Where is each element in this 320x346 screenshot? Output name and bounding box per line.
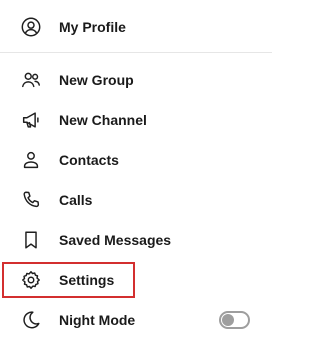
bookmark-icon [19, 228, 43, 252]
phone-icon [19, 188, 43, 212]
menu-item-label: Saved Messages [59, 232, 172, 248]
menu-item-label: Contacts [59, 152, 119, 168]
menu-item-label: New Channel [59, 112, 147, 128]
menu-item-label: Calls [59, 192, 93, 208]
menu-item-saved-messages[interactable]: Saved Messages [0, 220, 272, 260]
menu-item-label: My Profile [59, 19, 126, 35]
settings-highlight-box [2, 262, 135, 298]
users-icon [19, 68, 43, 92]
menu-item-new-channel[interactable]: New Channel [0, 100, 272, 140]
moon-icon [19, 308, 43, 332]
user-icon [19, 148, 43, 172]
menu-item-new-group[interactable]: New Group [0, 60, 272, 100]
menu-item-label: New Group [59, 72, 134, 88]
user-circle-icon [19, 15, 43, 39]
side-menu: My Profile New Group New Channel Contact… [0, 0, 272, 346]
divider [0, 52, 272, 53]
toggle-knob [222, 314, 234, 326]
menu-item-contacts[interactable]: Contacts [0, 140, 272, 180]
megaphone-icon [19, 108, 43, 132]
menu-item-my-profile[interactable]: My Profile [0, 7, 272, 47]
menu-item-label: Night Mode [59, 312, 136, 328]
menu-item-calls[interactable]: Calls [0, 180, 272, 220]
night-mode-toggle[interactable] [219, 311, 250, 329]
